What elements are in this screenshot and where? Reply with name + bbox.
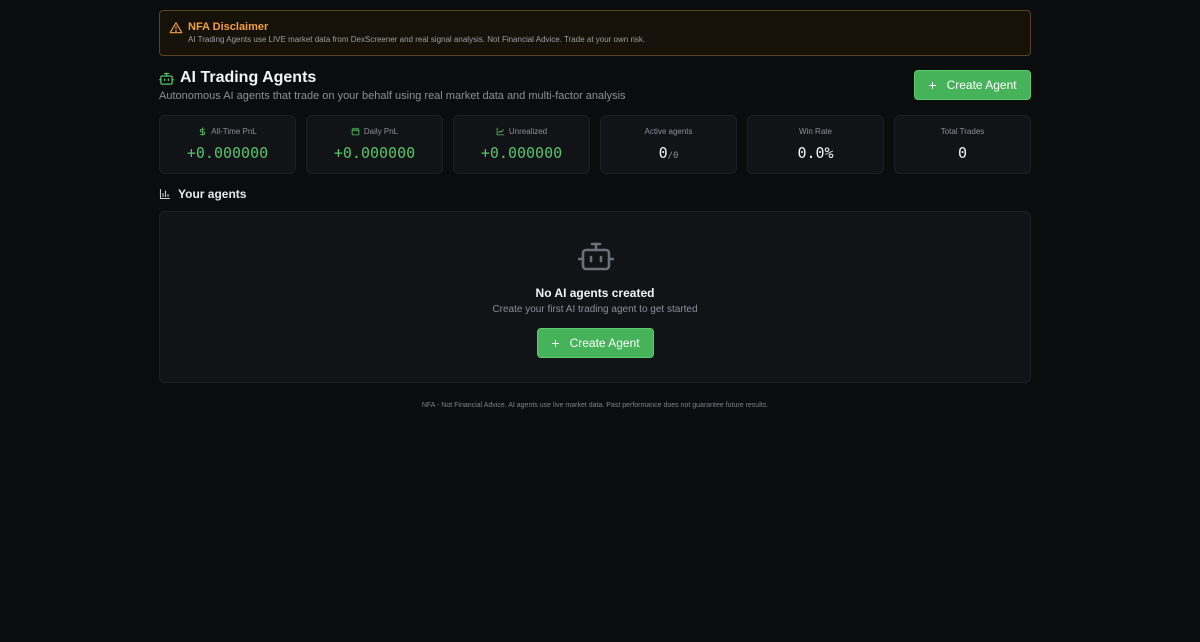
stat-value: +0.000000	[186, 144, 269, 162]
plus-icon: +	[928, 77, 937, 93]
warning-triangle-icon	[169, 22, 183, 34]
stat-label: Win Rate	[799, 127, 832, 136]
stat-label: Total Trades	[940, 127, 985, 136]
stat-win-rate: Win Rate 0.0%	[747, 115, 884, 174]
empty-create-agent-button[interactable]: + Create Agent	[537, 328, 654, 358]
plus-icon: +	[551, 335, 560, 351]
stat-label: Active agents	[644, 127, 693, 136]
disclaimer-text: AI Trading Agents use LIVE market data f…	[188, 35, 646, 44]
page-title: AI Trading Agents	[180, 69, 317, 86]
footer-disclaimer: NFA - Not Financial Advice. AI agents us…	[421, 402, 769, 409]
stat-total-trades: Total Trades 0	[894, 115, 1031, 174]
header-create-agent-button[interactable]: + Create Agent	[914, 70, 1031, 100]
create-agent-label: Create Agent	[569, 336, 640, 350]
trend-chart-icon	[496, 127, 505, 136]
calendar-icon	[351, 127, 360, 136]
stat-value: +0.000000	[333, 144, 416, 162]
stat-value: +0.000000	[480, 144, 563, 162]
robot-icon	[159, 72, 174, 85]
stat-unrealized: Unrealized +0.000000	[453, 115, 590, 174]
nfa-disclaimer-banner: NFA Disclaimer AI Trading Agents use LIV…	[159, 10, 1031, 56]
stat-daily-pnl: Daily PnL +0.000000	[306, 115, 443, 174]
stats-row: All-Time PnL +0.000000 Daily PnL +0.0000…	[159, 115, 1031, 174]
bar-chart-icon	[159, 188, 171, 200]
your-agents-heading: Your agents	[159, 187, 246, 201]
stat-value-total: /0	[667, 151, 679, 161]
robot-icon	[578, 242, 614, 271]
stat-label: Daily PnL	[363, 127, 399, 136]
stat-value-wrap: 0/0	[659, 144, 679, 162]
disclaimer-title: NFA Disclaimer	[188, 21, 269, 33]
stat-value: 0	[658, 144, 668, 162]
stat-all-time-pnl: All-Time PnL +0.000000	[159, 115, 296, 174]
empty-state-title: No AI agents created	[535, 286, 655, 300]
stat-label: Unrealized	[508, 127, 548, 136]
your-agents-title: Your agents	[178, 187, 247, 201]
stat-value: 0	[957, 144, 968, 162]
create-agent-label: Create Agent	[946, 78, 1017, 92]
page-subtitle: Autonomous AI agents that trade on your …	[159, 90, 626, 102]
page-container: NFA Disclaimer AI Trading Agents use LIV…	[159, 10, 1031, 409]
agents-empty-state: No AI agents created Create your first A…	[159, 211, 1031, 383]
stat-label: All-Time PnL	[211, 127, 257, 136]
empty-state-subtitle: Create your first AI trading agent to ge…	[492, 304, 698, 315]
dollar-icon	[200, 127, 206, 136]
stat-value: 0.0%	[797, 144, 834, 162]
stat-active-agents: Active agents 0/0	[600, 115, 737, 174]
